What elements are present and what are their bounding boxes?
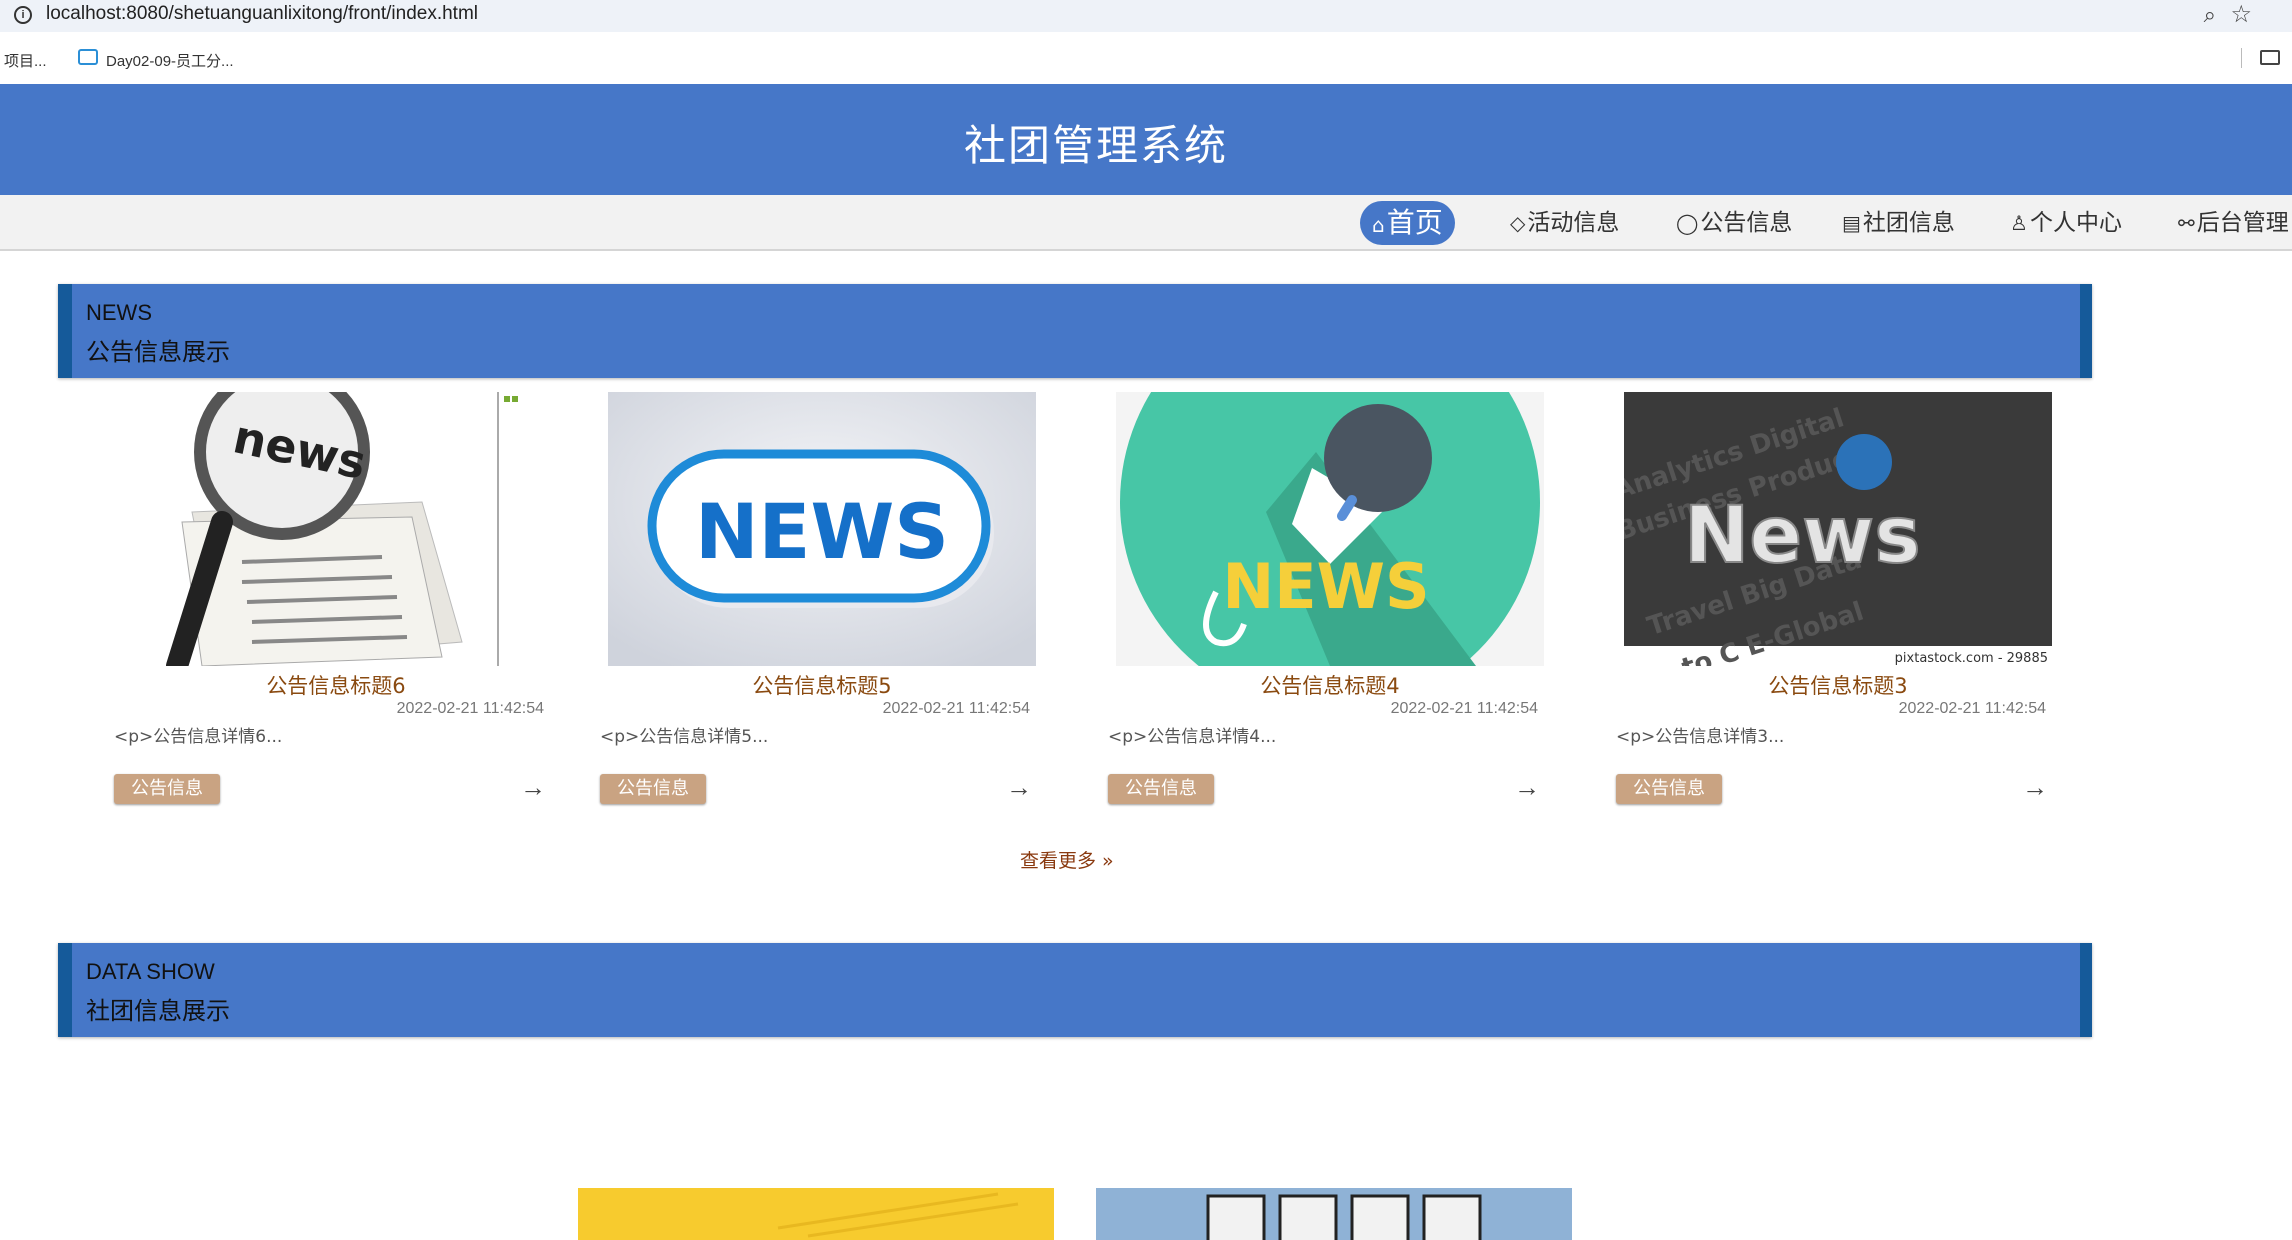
- data-section-header: DATA SHOW 社团信息展示: [58, 943, 2092, 1037]
- news-date: 2022-02-21 11:42:54: [396, 700, 544, 717]
- arrow-right-icon[interactable]: →: [2022, 772, 2048, 803]
- nav-item-activities[interactable]: ◇活动信息: [1510, 201, 1619, 245]
- home-icon: ⌂: [1372, 213, 1385, 237]
- section-title-en: NEWS: [86, 300, 152, 325]
- nav-item-clubs[interactable]: ▤社团信息: [1842, 201, 1955, 245]
- url-text[interactable]: localhost:8080/shetuanguanlixitong/front…: [46, 3, 478, 25]
- news-summary: <p>公告信息详情3...: [1616, 727, 1785, 747]
- bookmarks-divider: [2241, 48, 2242, 68]
- club-thumbnail[interactable]: [1096, 1188, 1572, 1240]
- tag-icon: ◇: [1510, 211, 1526, 235]
- user-icon: ♙: [2010, 211, 2028, 235]
- bookmark-item[interactable]: 项目...: [4, 50, 47, 71]
- nav-item-announcements[interactable]: ◯公告信息: [1676, 201, 1792, 245]
- news-title[interactable]: 公告信息标题4: [1116, 670, 1544, 700]
- doc-icon: ▤: [1842, 211, 1861, 235]
- news-thumbnail[interactable]: news: [122, 392, 550, 666]
- news-thumbnail[interactable]: NEWS: [1116, 392, 1544, 666]
- bookmark-item[interactable]: Day02-09-员工分...: [106, 50, 234, 71]
- thumb-caption: pixtastock.com - 29885: [1895, 651, 2048, 666]
- nav-label: 后台管理: [2196, 210, 2289, 236]
- bookmark-star-icon[interactable]: ☆: [2230, 0, 2252, 29]
- news-card[interactable]: news 公告信息标题6 2022-02-21 11:42:54 <p>公告信息…: [114, 392, 550, 812]
- section-title-cn: 社团信息展示: [86, 997, 230, 1025]
- section-title-en: DATA SHOW: [86, 959, 215, 984]
- news-date: 2022-02-21 11:42:54: [1390, 700, 1538, 717]
- news-thumbnail[interactable]: Analytics Digital Business Product Trave…: [1624, 392, 2052, 666]
- bilibili-icon: [78, 49, 98, 65]
- news-card[interactable]: NEWS 公告信息标题5 2022-02-21 11:42:54 <p>公告信息…: [600, 392, 1036, 812]
- nav-label: 个人中心: [2029, 210, 2122, 236]
- news-card[interactable]: NEWS 公告信息标题4 2022-02-21 11:42:54 <p>公告信息…: [1108, 392, 1544, 812]
- news-tag[interactable]: 公告信息: [1108, 774, 1214, 804]
- main-nav: ⌂首页 ◇活动信息 ◯公告信息 ▤社团信息 ♙个人中心 ⚯后台管理: [0, 195, 2292, 251]
- nav-item-profile[interactable]: ♙个人中心: [2010, 201, 2122, 245]
- news-summary: <p>公告信息详情5...: [600, 727, 769, 747]
- bookmarks-bar: 项目... Day02-09-员工分...: [0, 32, 2292, 84]
- link-icon: ⚯: [2178, 211, 2195, 235]
- news-thumbnail[interactable]: NEWS: [608, 392, 1036, 666]
- club-thumbnail[interactable]: [578, 1188, 1054, 1240]
- folder-icon[interactable]: [2260, 50, 2280, 65]
- section-title-cn: 公告信息展示: [86, 338, 230, 366]
- thumb-text: NEWS: [695, 487, 949, 576]
- thumb-text: NEWS: [1222, 550, 1429, 623]
- nav-label: 首页: [1386, 206, 1443, 239]
- arrow-right-icon[interactable]: →: [520, 772, 546, 803]
- nav-label: 社团信息: [1862, 210, 1955, 236]
- nav-label: 公告信息: [1700, 210, 1793, 236]
- news-summary: <p>公告信息详情4...: [1108, 727, 1277, 747]
- thumb-text: News: [1684, 491, 1921, 581]
- news-tag[interactable]: 公告信息: [1616, 774, 1722, 804]
- news-date: 2022-02-21 11:42:54: [1898, 700, 2046, 717]
- nav-item-home[interactable]: ⌂首页: [1360, 201, 1455, 245]
- arrow-right-icon[interactable]: →: [1514, 772, 1540, 803]
- browser-address-bar[interactable]: i localhost:8080/shetuanguanlixitong/fro…: [0, 0, 2292, 32]
- site-header: 社团管理系统: [0, 84, 2292, 195]
- news-tag[interactable]: 公告信息: [114, 774, 220, 804]
- news-date: 2022-02-21 11:42:54: [882, 700, 1030, 717]
- news-section-header: NEWS 公告信息展示: [58, 284, 2092, 378]
- site-info-icon[interactable]: i: [14, 6, 32, 24]
- arrow-right-icon[interactable]: →: [1006, 772, 1032, 803]
- view-more-link[interactable]: 查看更多 »: [1020, 846, 1114, 873]
- bubble-icon: ◯: [1676, 211, 1699, 235]
- nav-label: 活动信息: [1527, 210, 1620, 236]
- news-title[interactable]: 公告信息标题5: [608, 670, 1036, 700]
- news-card[interactable]: Analytics Digital Business Product Trave…: [1616, 392, 2052, 812]
- news-summary: <p>公告信息详情6...: [114, 727, 283, 747]
- site-title: 社团管理系统: [963, 121, 1228, 170]
- news-title[interactable]: 公告信息标题3: [1624, 670, 2052, 700]
- zoom-icon[interactable]: ⌕: [2204, 2, 2216, 28]
- nav-item-admin[interactable]: ⚯后台管理: [2178, 201, 2289, 245]
- news-tag[interactable]: 公告信息: [600, 774, 706, 804]
- news-title[interactable]: 公告信息标题6: [122, 670, 550, 700]
